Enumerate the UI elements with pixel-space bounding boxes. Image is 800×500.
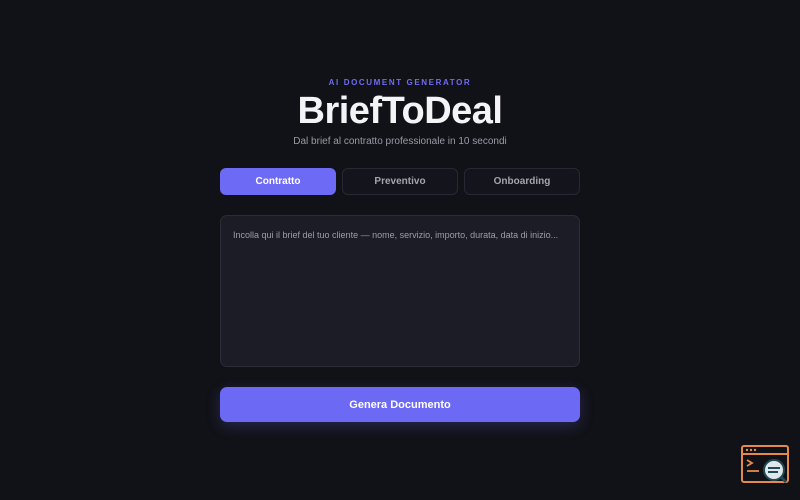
tab-preventivo[interactable]: Preventivo [342,168,458,195]
brief-input-container [220,215,580,367]
page-title: BriefToDeal [297,90,503,132]
generate-document-button[interactable]: Genera Documento [220,387,580,422]
browser-search-icon[interactable] [741,445,789,485]
tab-contratto[interactable]: Contratto [220,168,336,195]
page-subtitle: Dal brief al contratto professionale in … [293,136,507,147]
brief-textarea[interactable] [233,230,567,352]
page: AI DOCUMENT GENERATOR BriefToDeal Dal br… [0,0,800,500]
document-type-tabs: Contratto Preventivo Onboarding [220,168,580,195]
tab-onboarding[interactable]: Onboarding [464,168,580,195]
eyebrow-label: AI DOCUMENT GENERATOR [328,78,472,87]
